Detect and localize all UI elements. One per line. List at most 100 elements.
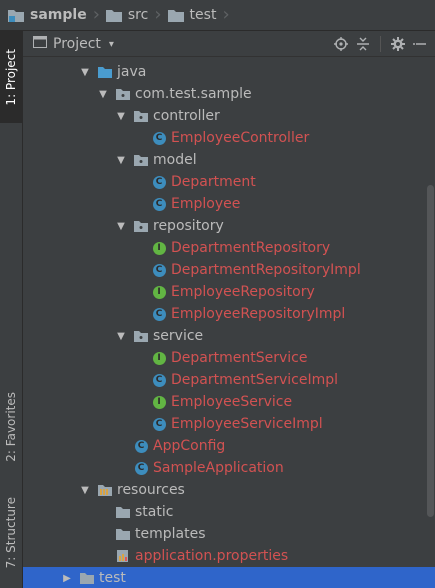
project-tool-button[interactable]: 1: Project <box>0 31 22 123</box>
tree-node[interactable]: ▼ repository <box>23 215 435 237</box>
package-icon <box>133 152 149 168</box>
hide-icon[interactable] <box>409 34 431 54</box>
class-icon: C <box>151 130 167 146</box>
tree-node[interactable]: ▼ controller <box>23 105 435 127</box>
tree-node[interactable]: C Department <box>23 171 435 193</box>
vertical-scrollbar[interactable] <box>427 185 434 517</box>
dropdown-arrow-icon: ▾ <box>108 38 114 50</box>
tree-node-label: EmployeeRepositoryImpl <box>171 306 346 322</box>
class-icon: C <box>151 174 167 190</box>
module-folder-icon <box>8 9 24 22</box>
tree-node[interactable]: application.properties <box>23 545 435 567</box>
tree-node[interactable]: I EmployeeRepository <box>23 281 435 303</box>
folder-icon <box>115 504 131 520</box>
tree-node[interactable]: ▼ com.test.sample <box>23 83 435 105</box>
scroll-from-source-icon[interactable] <box>330 34 352 54</box>
properties-file-icon <box>115 548 131 564</box>
tree-node-label: java <box>117 64 147 80</box>
spring-boot-class-icon: C <box>133 460 149 476</box>
breadcrumb-sample[interactable]: sample › <box>0 0 104 31</box>
tree-node[interactable]: C EmployeeRepositoryImpl <box>23 303 435 325</box>
breadcrumb-src[interactable]: src › <box>104 0 166 31</box>
tree-node-label: Department <box>171 174 256 190</box>
tree-node-label: SampleApplication <box>153 460 284 476</box>
expand-arrow-icon[interactable]: ▼ <box>115 155 127 166</box>
interface-icon: I <box>151 394 167 410</box>
tree-node-label: DepartmentService <box>171 350 308 366</box>
expand-arrow-icon[interactable]: ▼ <box>115 331 127 342</box>
tree-node[interactable]: ▼ model <box>23 149 435 171</box>
tree-node[interactable]: C SampleApplication <box>23 457 435 479</box>
tree-node-label: DepartmentServiceImpl <box>171 372 339 388</box>
tree-node[interactable]: C Employee <box>23 193 435 215</box>
tree-node[interactable]: C DepartmentServiceImpl <box>23 369 435 391</box>
chevron-right-icon: › <box>222 4 230 25</box>
project-tool-label: 1: Project <box>4 48 18 106</box>
tree-node-label: repository <box>153 218 224 234</box>
tree-node[interactable]: C EmployeeController <box>23 127 435 149</box>
tree-node[interactable]: I DepartmentRepository <box>23 237 435 259</box>
expand-arrow-icon[interactable]: ▼ <box>115 221 127 232</box>
breadcrumb-test[interactable]: test › <box>166 0 234 31</box>
toolbar-separator <box>380 36 381 52</box>
source-folder-icon <box>97 64 113 80</box>
chevron-right-icon: › <box>154 4 162 25</box>
gear-icon[interactable] <box>387 34 409 54</box>
tree-node-label: templates <box>135 526 206 542</box>
interface-icon: I <box>151 284 167 300</box>
tree-node-label: service <box>153 328 204 344</box>
resources-folder-icon <box>97 482 113 498</box>
breadcrumb-label: test <box>189 7 217 23</box>
tree-node[interactable]: I EmployeeService <box>23 391 435 413</box>
expand-arrow-icon[interactable]: ▼ <box>79 485 91 496</box>
expand-arrow-icon[interactable]: ▼ <box>97 89 109 100</box>
tree-node[interactable]: C AppConfig <box>23 435 435 457</box>
tree-node-label: EmployeeRepository <box>171 284 315 300</box>
folder-icon <box>79 570 95 586</box>
tree-node-label: DepartmentRepository <box>171 240 331 256</box>
tree-node-label: com.test.sample <box>135 86 252 102</box>
collapse-all-icon[interactable] <box>352 34 374 54</box>
tree-node-label: controller <box>153 108 220 124</box>
favorites-tool-button[interactable]: 2: Favorites <box>0 381 22 473</box>
interface-icon: I <box>151 350 167 366</box>
tree-node[interactable]: static <box>23 501 435 523</box>
tree-node[interactable]: ▶ test <box>23 567 435 588</box>
class-icon: C <box>151 416 167 432</box>
tree-node-label: EmployeeService <box>171 394 293 410</box>
tree-node-label: EmployeeServiceImpl <box>171 416 323 432</box>
collapse-arrow-icon[interactable]: ▶ <box>61 573 73 584</box>
tree-node-label: Employee <box>171 196 241 212</box>
interface-icon: I <box>151 240 167 256</box>
expand-arrow-icon[interactable]: ▼ <box>115 111 127 122</box>
project-toolwindow-header: Project ▾ <box>23 31 435 57</box>
tree-node[interactable]: ▼ resources <box>23 479 435 501</box>
class-icon: C <box>133 438 149 454</box>
structure-tool-button[interactable]: 7: Structure <box>0 483 22 583</box>
tree-node-label: DepartmentRepositoryImpl <box>171 262 361 278</box>
package-icon <box>115 86 131 102</box>
tree-node[interactable]: ▼ service <box>23 325 435 347</box>
tree-node[interactable]: C DepartmentRepositoryImpl <box>23 259 435 281</box>
tree-node-label: EmployeeController <box>171 130 310 146</box>
tree-node-label: model <box>153 152 197 168</box>
navigation-bar: sample › src › test › <box>0 0 435 31</box>
tree-node-label: static <box>135 504 174 520</box>
tree-node[interactable]: C EmployeeServiceImpl <box>23 413 435 435</box>
view-selector[interactable]: Project ▾ <box>33 35 114 53</box>
tree-node[interactable]: I DepartmentService <box>23 347 435 369</box>
tree-node[interactable]: ▼ java <box>23 61 435 83</box>
structure-tool-label: 7: Structure <box>4 497 18 569</box>
package-icon <box>133 328 149 344</box>
folder-icon <box>115 526 131 542</box>
tree-node-label: application.properties <box>135 548 289 564</box>
package-icon <box>133 218 149 234</box>
expand-arrow-icon[interactable]: ▼ <box>79 67 91 78</box>
project-tree[interactable]: ▼ java ▼ com.test.sample ▼ controller C Employe… <box>23 57 435 588</box>
class-icon: C <box>151 372 167 388</box>
tree-node[interactable]: templates <box>23 523 435 545</box>
tree-node-label: resources <box>117 482 185 498</box>
project-view-icon <box>33 35 47 53</box>
tree-node-label: test <box>99 570 126 586</box>
chevron-right-icon: › <box>92 4 100 25</box>
